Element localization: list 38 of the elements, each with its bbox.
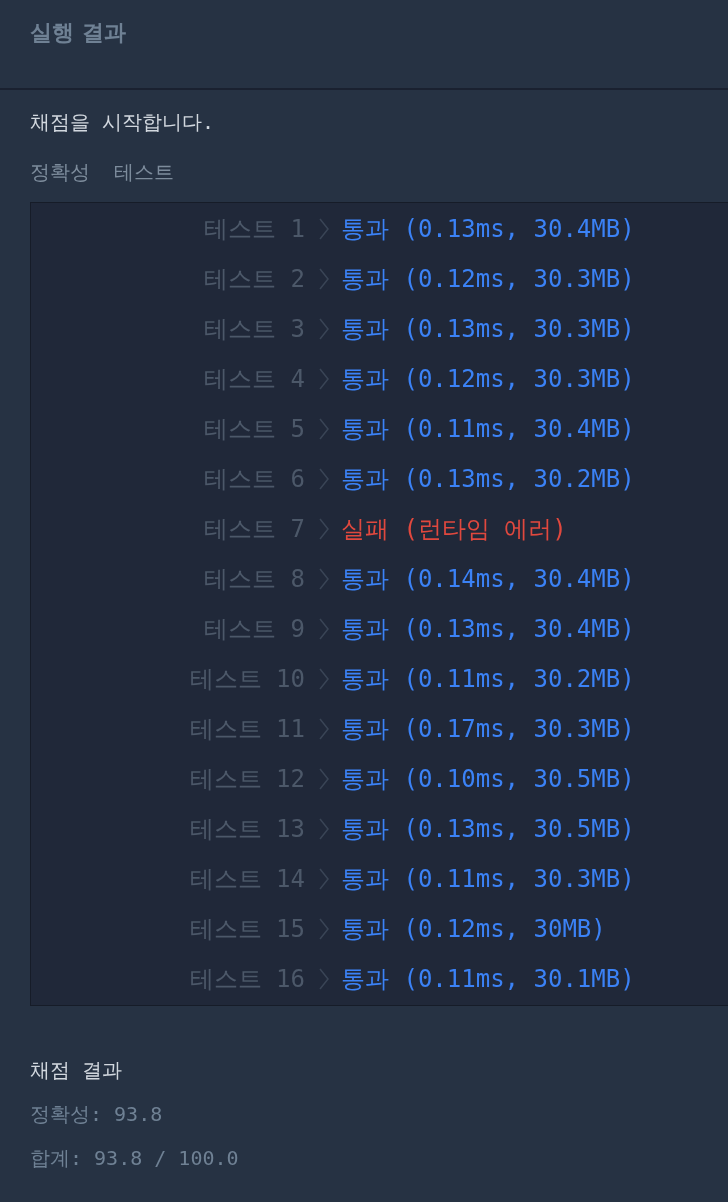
chevron-icon bbox=[319, 818, 329, 840]
test-result: 통과 (0.17ms, 30.3MB) bbox=[341, 714, 635, 745]
chevron-icon bbox=[319, 568, 329, 590]
test-result: 통과 (0.11ms, 30.1MB) bbox=[341, 964, 635, 995]
test-result: 통과 (0.13ms, 30.4MB) bbox=[341, 614, 635, 645]
chevron-icon bbox=[319, 368, 329, 390]
chevron-icon bbox=[319, 768, 329, 790]
test-result: 통과 (0.13ms, 30.3MB) bbox=[341, 314, 635, 345]
chevron-icon bbox=[319, 868, 329, 890]
chevron-icon bbox=[319, 468, 329, 490]
chevron-icon bbox=[319, 968, 329, 990]
test-result: 통과 (0.14ms, 30.4MB) bbox=[341, 564, 635, 595]
chevron-icon bbox=[319, 918, 329, 940]
test-result: 통과 (0.12ms, 30.3MB) bbox=[341, 264, 635, 295]
summary-line: 정확성: 93.8 bbox=[30, 1101, 163, 1128]
test-result: 실패 (런타임 에러) bbox=[341, 514, 567, 545]
test-result: 통과 (0.13ms, 30.5MB) bbox=[341, 814, 635, 845]
chevron-icon bbox=[319, 268, 329, 290]
chevron-icon bbox=[319, 618, 329, 640]
chevron-icon bbox=[319, 318, 329, 340]
section-title: 정확성 테스트 bbox=[30, 159, 175, 186]
summary-line: 합계: 93.8 / 100.0 bbox=[30, 1145, 239, 1172]
test-result: 통과 (0.12ms, 30.3MB) bbox=[341, 364, 635, 395]
chevron-icon bbox=[319, 668, 329, 690]
chevron-icon bbox=[319, 718, 329, 740]
test-result: 통과 (0.11ms, 30.3MB) bbox=[341, 864, 635, 895]
chevron-icon bbox=[319, 418, 329, 440]
chevron-icon bbox=[319, 518, 329, 540]
chevron-icon bbox=[319, 218, 329, 240]
panel-title: 실행 결과 bbox=[30, 19, 126, 47]
test-result: 통과 (0.13ms, 30.4MB) bbox=[341, 214, 635, 245]
test-result: 통과 (0.10ms, 30.5MB) bbox=[341, 764, 635, 795]
test-result: 통과 (0.12ms, 30MB) bbox=[341, 914, 606, 945]
summary-title: 채점 결과 bbox=[30, 1057, 123, 1084]
test-result: 통과 (0.11ms, 30.4MB) bbox=[341, 414, 635, 445]
test-result: 통과 (0.13ms, 30.2MB) bbox=[341, 464, 635, 495]
test-result: 통과 (0.11ms, 30.2MB) bbox=[341, 664, 635, 695]
start-message: 채점을 시작합니다. bbox=[30, 109, 215, 136]
